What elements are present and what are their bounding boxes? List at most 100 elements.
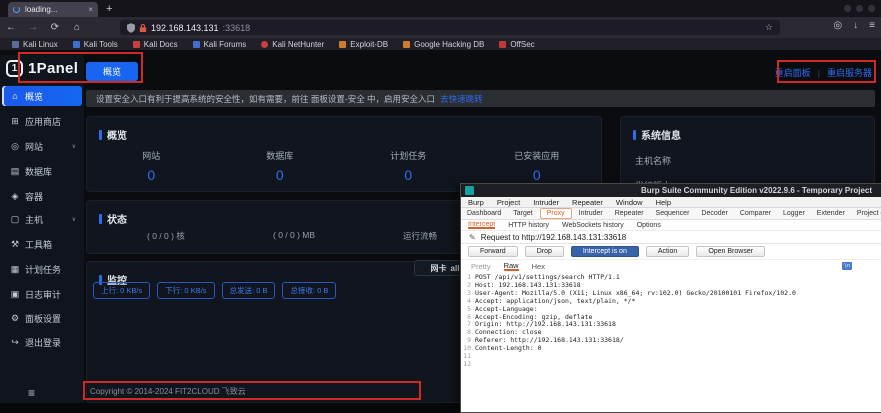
- bookmark-google-hacking-db[interactable]: Google Hacking DB: [403, 40, 484, 49]
- maximize-icon[interactable]: [856, 5, 863, 12]
- tab-target[interactable]: Target: [507, 209, 538, 218]
- back-icon[interactable]: ←: [0, 22, 22, 33]
- chip-upstream: 上行: 0 KB/s: [93, 282, 150, 299]
- sidebar-item-logout[interactable]: ↪退出登录: [2, 332, 82, 352]
- overview-card: 概览 网站0 数据库0 计划任务0 已安装应用0: [86, 116, 602, 192]
- view-pretty[interactable]: Pretty: [471, 262, 491, 271]
- home-icon[interactable]: ⌂: [66, 22, 88, 33]
- url-bar[interactable]: 192.168.143.131:33618 ☆: [120, 20, 780, 35]
- annotation-box-overview: [18, 52, 143, 83]
- alert-jump-link[interactable]: 去快速跳转: [440, 93, 483, 105]
- drop-button[interactable]: Drop: [525, 246, 564, 257]
- close-icon[interactable]: [868, 5, 875, 12]
- bookmark-icon: [133, 41, 140, 48]
- subtab-websockets-history[interactable]: WebSockets history: [562, 222, 624, 229]
- menu-repeater[interactable]: Repeater: [572, 198, 603, 207]
- bookmark-kali-nethunter[interactable]: Kali NetHunter: [261, 40, 324, 49]
- sidebar-collapse-icon[interactable]: ≡: [28, 386, 35, 400]
- menu-project[interactable]: Project: [497, 198, 520, 207]
- menu-window[interactable]: Window: [616, 198, 643, 207]
- tab-logger[interactable]: Logger: [777, 209, 811, 218]
- subtab-http-history[interactable]: HTTP history: [508, 222, 549, 229]
- browser-navbar: ← → ⟳ ⌂ 192.168.143.131:33618 ☆ ◎ ↓ ≡: [0, 17, 881, 38]
- bookmark-kali-linux[interactable]: Kali Linux: [12, 40, 58, 49]
- show-nonprintables-button[interactable]: \n: [842, 262, 852, 270]
- stat-database[interactable]: 数据库0: [216, 149, 345, 183]
- new-tab-button[interactable]: +: [106, 3, 112, 15]
- tab-extender[interactable]: Extender: [811, 209, 851, 218]
- tab-dashboard[interactable]: Dashboard: [461, 209, 507, 218]
- open-browser-button[interactable]: Open Browser: [696, 246, 765, 257]
- stat-installed-apps[interactable]: 已安装应用0: [473, 149, 602, 183]
- website-icon: ◎: [10, 141, 20, 152]
- chip-total-sent: 总发送: 0 B: [222, 282, 276, 299]
- privacy-icon[interactable]: ◎: [833, 20, 842, 31]
- menu-help[interactable]: Help: [656, 198, 671, 207]
- tab-repeater[interactable]: Repeater: [609, 209, 650, 218]
- menu-intruder[interactable]: Intruder: [533, 198, 559, 207]
- stat-website[interactable]: 网站0: [87, 149, 216, 183]
- sidebar-item-cron[interactable]: ▦计划任务: [2, 259, 82, 279]
- forward-button[interactable]: Forward: [468, 246, 518, 257]
- tab-sequencer[interactable]: Sequencer: [650, 209, 696, 218]
- shield-icon[interactable]: [127, 23, 135, 33]
- window-controls[interactable]: [844, 5, 875, 12]
- bookmark-kali-forums[interactable]: Kali Forums: [193, 40, 247, 49]
- sidebar-item-logs[interactable]: ▣日志审计: [2, 284, 82, 304]
- loading-spinner-icon: [13, 6, 20, 13]
- tab-intruder[interactable]: Intruder: [573, 209, 609, 218]
- log-icon: ▣: [10, 289, 20, 300]
- tab-close-icon[interactable]: ×: [88, 5, 93, 14]
- minimize-icon[interactable]: [844, 5, 851, 12]
- bookmark-star-icon[interactable]: ☆: [765, 22, 773, 33]
- burp-main-tabs: Dashboard Target Proxy Intruder Repeater…: [461, 208, 881, 220]
- tab-project-options[interactable]: Project options: [851, 209, 881, 218]
- burp-menu-bar: Burp Project Intruder Repeater Window He…: [461, 197, 881, 208]
- sidebar-item-container[interactable]: ◈容器: [2, 186, 82, 206]
- forward-icon[interactable]: →: [22, 22, 44, 33]
- sidebar-item-toolbox[interactable]: ⚒工具箱: [2, 234, 82, 254]
- title-marker: [99, 214, 102, 224]
- home-icon: ⌂: [10, 91, 20, 101]
- bookmark-kali-tools[interactable]: Kali Tools: [73, 40, 118, 49]
- sidebar-item-database[interactable]: ▤数据库: [2, 161, 82, 181]
- sidebar-item-settings[interactable]: ⚙面板设置: [2, 308, 82, 328]
- reload-icon[interactable]: ⟳: [44, 22, 66, 33]
- title-marker: [99, 130, 102, 140]
- menu-icon[interactable]: ≡: [869, 20, 875, 31]
- stat-cronjob[interactable]: 计划任务0: [344, 149, 473, 183]
- sidebar-item-host[interactable]: ▢主机∨: [2, 209, 82, 229]
- subtab-options[interactable]: Options: [637, 222, 661, 229]
- sidebar-item-website[interactable]: ◎网站∨: [2, 136, 82, 156]
- tab-comparer[interactable]: Comparer: [734, 209, 777, 218]
- annotation-box-restart-links: [777, 60, 876, 83]
- url-port: :33618: [223, 23, 251, 33]
- annotation-box-copyright: [83, 381, 421, 400]
- burp-title-bar[interactable]: Burp Suite Community Edition v2022.9.6 -…: [461, 184, 881, 197]
- toolbox-icon: ⚒: [10, 239, 20, 250]
- status-card-title: 状态: [107, 211, 127, 226]
- tab-decoder[interactable]: Decoder: [695, 209, 733, 218]
- action-button[interactable]: Action: [646, 246, 689, 257]
- browser-tab[interactable]: loading... ×: [8, 2, 98, 17]
- burp-view-tabs: Pretty Raw Hex \n: [461, 260, 881, 272]
- tab-proxy[interactable]: Proxy: [540, 208, 572, 219]
- bookmark-kali-docs[interactable]: Kali Docs: [133, 40, 178, 49]
- sidebar-item-app-store[interactable]: ⊞应用商店: [2, 111, 82, 131]
- burp-raw-request-editor[interactable]: 1POST /api/v1/settings/search HTTP/1.1 2…: [461, 272, 881, 369]
- sidebar-item-overview[interactable]: ⌂概览: [2, 86, 82, 106]
- burp-app-icon: [465, 186, 474, 195]
- menu-burp[interactable]: Burp: [468, 198, 484, 207]
- bookmark-exploit-db[interactable]: Exploit-DB: [339, 40, 388, 49]
- status-load: 运行流畅: [403, 230, 437, 242]
- intercept-toggle-button[interactable]: Intercept is on: [571, 246, 639, 257]
- view-raw[interactable]: Raw: [504, 261, 519, 271]
- bookmark-offsec[interactable]: OffSec: [499, 40, 534, 49]
- subtab-intercept[interactable]: Intercept: [468, 221, 495, 229]
- tab-title: loading...: [25, 5, 83, 14]
- burp-proxy-subtabs: Intercept HTTP history WebSockets histor…: [461, 220, 881, 231]
- request-line: 10Content-Length: 0: [461, 345, 881, 353]
- view-hex[interactable]: Hex: [532, 262, 545, 271]
- lock-icon[interactable]: [139, 23, 147, 33]
- download-icon[interactable]: ↓: [853, 20, 858, 31]
